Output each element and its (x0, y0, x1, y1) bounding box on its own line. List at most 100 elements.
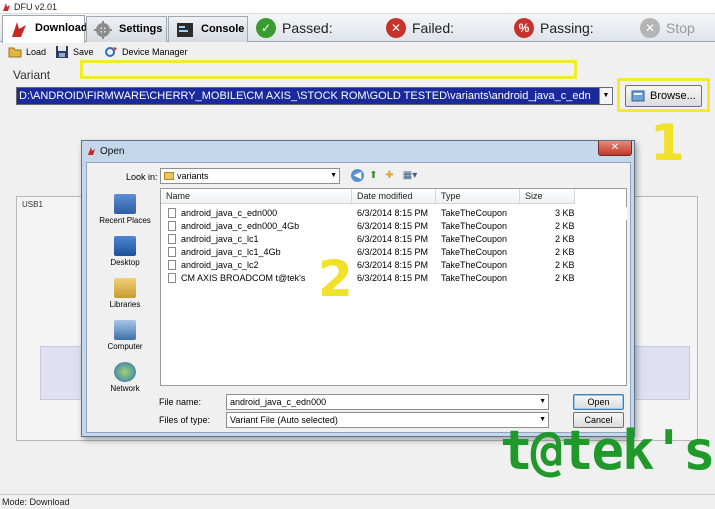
file-row[interactable]: CM AXIS BROADCOM t@tek's 6/3/2014 8:15 P… (161, 272, 627, 285)
libraries-icon (114, 278, 136, 298)
stop-x-icon: ✕ (640, 18, 660, 38)
network-globe-icon (114, 362, 136, 382)
column-header-type[interactable]: Type (436, 189, 520, 204)
chevron-down-icon: ▼ (330, 172, 337, 179)
chevron-down-icon[interactable]: ▼ (599, 88, 612, 104)
tab-settings[interactable]: Settings (86, 16, 167, 42)
save-button[interactable]: Save (55, 44, 94, 60)
file-type: TakeTheCoupon (441, 260, 508, 270)
look-in-value: variants (177, 171, 209, 181)
status-passed-label: Passed: (282, 20, 333, 36)
dialog-body: Look in: variants ▼ ◀ ⬆ ✚ ▦▾ Recent Plac… (86, 162, 631, 433)
file-name-input[interactable]: android_java_c_edn000 ▼ (226, 394, 549, 410)
file-size: 2 KB (555, 221, 575, 231)
look-in-select[interactable]: variants ▼ (160, 168, 340, 184)
file-type: TakeTheCoupon (441, 273, 508, 283)
dialog-app-icon (88, 147, 95, 155)
column-header-date[interactable]: Date modified (352, 189, 436, 204)
column-name-label: Name (166, 191, 191, 201)
gear-icon (94, 21, 112, 39)
column-type-label: Type (441, 191, 461, 201)
file-date: 6/3/2014 8:15 PM (357, 260, 429, 270)
file-name: android_java_c_lc1 (181, 234, 259, 244)
open-button[interactable]: Open (573, 394, 624, 410)
tab-console[interactable]: Console (168, 16, 248, 42)
column-date-label: Date modified (357, 191, 413, 201)
new-folder-button[interactable]: ✚ (383, 169, 396, 182)
mode-status: Mode: Download (2, 497, 70, 507)
view-menu-button[interactable]: ▦▾ (400, 169, 420, 182)
column-header-size[interactable]: Size (520, 189, 575, 204)
close-button[interactable]: ✕ (598, 141, 632, 156)
load-label: Load (26, 47, 47, 57)
file-row[interactable]: android_java_c_lc1_4Gb 6/3/2014 8:15 PM … (161, 246, 627, 259)
tab-console-label: Console (201, 23, 245, 35)
file-date: 6/3/2014 8:15 PM (357, 234, 429, 244)
status-failed: ✕ Failed: (386, 17, 454, 39)
browse-button[interactable]: Browse... (625, 85, 702, 107)
place-computer-label: Computer (107, 342, 143, 351)
open-folder-icon (8, 47, 22, 58)
x-circle-icon: ✕ (386, 18, 406, 38)
file-size: 2 KB (555, 260, 575, 270)
file-date: 6/3/2014 8:15 PM (357, 247, 429, 257)
status-passing: % Passing: (514, 17, 594, 39)
place-network-label: Network (110, 384, 140, 393)
usb-label: USB1 (22, 200, 43, 209)
look-in-label: Look in: (126, 172, 158, 182)
file-date: 6/3/2014 8:15 PM (357, 208, 429, 218)
status-passed: ✓ Passed: (256, 17, 333, 39)
check-circle-icon: ✓ (256, 18, 276, 38)
load-button[interactable]: Load (8, 44, 46, 60)
file-size: 2 KB (555, 234, 575, 244)
annotation-number-2: 2 (318, 250, 353, 308)
place-desktop[interactable]: Desktop (90, 236, 160, 267)
file-name: android_java_c_lc1_4Gb (181, 247, 281, 257)
folder-icon (164, 172, 174, 180)
place-recent[interactable]: Recent Places (90, 194, 160, 225)
file-icon (168, 234, 176, 244)
file-icon (168, 221, 176, 231)
back-arrow-icon: ◀ (353, 170, 362, 181)
annotation-number-1: 1 (650, 114, 685, 172)
place-computer[interactable]: Computer (90, 320, 160, 351)
file-type-label: Files of type: (159, 415, 211, 425)
file-name-value: android_java_c_edn000 (230, 397, 327, 407)
device-manager-button[interactable]: Device Manager (104, 44, 188, 60)
stop-button[interactable]: ✕ Stop (640, 17, 695, 39)
variant-path-value: D:\ANDROID\FIRMWARE\CHERRY_MOBILE\CM AXI… (19, 90, 591, 102)
file-list: Name Date modified Type Size android_jav… (160, 188, 627, 386)
places-bar: Recent Places Desktop Libraries Computer… (90, 188, 160, 393)
file-date: 6/3/2014 8:15 PM (357, 221, 429, 231)
status-passing-label: Passing: (540, 20, 594, 36)
file-name: android_java_c_edn000 (181, 208, 278, 218)
place-network[interactable]: Network (90, 362, 160, 393)
console-icon (177, 23, 193, 37)
device-refresh-icon (105, 47, 117, 57)
up-folder-button[interactable]: ⬆ (367, 169, 380, 182)
variant-path-select[interactable]: D:\ANDROID\FIRMWARE\CHERRY_MOBILE\CM AXI… (16, 87, 613, 105)
file-icon (168, 208, 176, 218)
place-libraries[interactable]: Libraries (90, 278, 160, 309)
file-row[interactable]: android_java_c_edn000_4Gb 6/3/2014 8:15 … (161, 220, 627, 233)
computer-icon (114, 320, 136, 340)
view-grid-icon: ▦▾ (402, 170, 418, 181)
file-row[interactable]: android_java_c_lc1 6/3/2014 8:15 PM Take… (161, 233, 627, 246)
file-name: android_java_c_edn000_4Gb (181, 221, 300, 231)
file-type: TakeTheCoupon (441, 221, 508, 231)
column-header-name[interactable]: Name (161, 189, 352, 204)
tab-download-label: Download (35, 22, 88, 34)
place-desktop-label: Desktop (110, 258, 140, 267)
back-button[interactable]: ◀ (351, 169, 364, 182)
file-date: 6/3/2014 8:15 PM (357, 273, 429, 283)
file-row[interactable]: android_java_c_edn000 6/3/2014 8:15 PM T… (161, 207, 627, 220)
file-type: TakeTheCoupon (441, 234, 508, 244)
file-row[interactable]: android_java_c_lc2 6/3/2014 8:15 PM Take… (161, 259, 627, 272)
file-icon (168, 260, 176, 270)
tab-download[interactable]: Download (2, 15, 88, 43)
recent-places-icon (114, 194, 136, 214)
file-icon (168, 247, 176, 257)
tab-settings-label: Settings (119, 23, 163, 35)
status-bar: Mode: Download (0, 494, 715, 509)
place-libraries-label: Libraries (109, 300, 141, 309)
